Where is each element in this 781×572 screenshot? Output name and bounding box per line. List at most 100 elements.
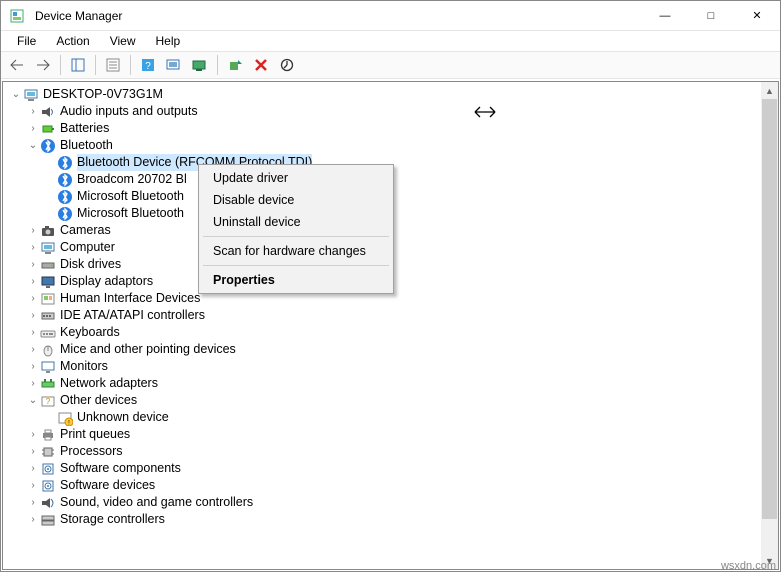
menu-view[interactable]: View <box>100 32 146 50</box>
device-label: Microsoft Bluetooth <box>77 188 184 205</box>
separator <box>203 236 389 237</box>
category-label: Computer <box>60 239 115 256</box>
tree-category[interactable]: › Monitors <box>9 358 772 375</box>
expand-icon[interactable]: › <box>26 222 40 239</box>
device-tree-pane: ⌄ DESKTOP-0V73G1M›Audio inputs and output… <box>2 81 779 570</box>
expand-icon[interactable]: › <box>26 460 40 477</box>
scroll-thumb[interactable] <box>762 99 777 519</box>
disable-device-button[interactable] <box>275 54 299 76</box>
expand-icon[interactable]: › <box>26 477 40 494</box>
category-icon <box>40 308 56 324</box>
expand-icon[interactable]: ⌄ <box>26 137 40 154</box>
tree-category[interactable]: › IDE ATA/ATAPI controllers <box>9 307 772 324</box>
expand-icon[interactable]: › <box>26 375 40 392</box>
category-icon <box>40 104 56 120</box>
device-icon <box>57 155 73 171</box>
category-label: Processors <box>60 443 123 460</box>
tree-category[interactable]: › Storage controllers <box>9 511 772 528</box>
back-button[interactable] <box>5 54 29 76</box>
tree-category[interactable]: ⌄Bluetooth <box>9 137 772 154</box>
device-label: Unknown device <box>77 409 169 426</box>
expand-icon[interactable]: › <box>26 307 40 324</box>
expand-icon[interactable]: › <box>26 256 40 273</box>
category-label: Keyboards <box>60 324 120 341</box>
close-button[interactable]: ✕ <box>734 1 780 30</box>
tree-category[interactable]: ›Mice and other pointing devices <box>9 341 772 358</box>
tree-device[interactable]: !Unknown device <box>9 409 772 426</box>
expand-icon[interactable]: › <box>26 290 40 307</box>
context-properties[interactable]: Properties <box>201 269 391 291</box>
titlebar: Device Manager — □ ✕ <box>1 1 780 31</box>
tree-category[interactable]: ›Software devices <box>9 477 772 494</box>
category-icon <box>40 376 56 392</box>
device-label: Broadcom 20702 Bl <box>77 171 187 188</box>
expand-icon[interactable]: › <box>26 239 40 256</box>
uninstall-device-button[interactable] <box>249 54 273 76</box>
category-icon <box>40 444 56 460</box>
minimize-button[interactable]: — <box>642 1 688 30</box>
category-icon <box>40 359 56 375</box>
expand-icon[interactable]: ⌄ <box>26 392 40 409</box>
update-driver-button[interactable] <box>188 54 212 76</box>
device-icon <box>57 172 73 188</box>
device-icon <box>57 206 73 222</box>
enable-device-button[interactable] <box>223 54 247 76</box>
show-hide-tree-button[interactable] <box>66 54 90 76</box>
expand-icon[interactable]: › <box>26 494 40 511</box>
separator <box>60 55 61 75</box>
help-button[interactable]: ? <box>136 54 160 76</box>
tree-category[interactable]: ›Sound, video and game controllers <box>9 494 772 511</box>
category-label: Software components <box>60 460 181 477</box>
expand-icon[interactable]: › <box>26 511 40 528</box>
category-icon <box>40 478 56 494</box>
tree-category[interactable]: › Keyboards <box>9 324 772 341</box>
tree-category[interactable]: ›Network adapters <box>9 375 772 392</box>
expand-icon[interactable]: › <box>26 426 40 443</box>
properties-button[interactable] <box>101 54 125 76</box>
context-uninstall-device[interactable]: Uninstall device <box>201 211 391 233</box>
expand-icon[interactable]: › <box>26 324 40 341</box>
expand-icon[interactable]: › <box>26 443 40 460</box>
category-icon: ? <box>40 393 56 409</box>
category-label: Monitors <box>60 358 108 375</box>
category-label: Storage controllers <box>60 511 165 528</box>
menu-help[interactable]: Help <box>146 32 191 50</box>
vertical-scrollbar[interactable]: ▲ ▼ <box>761 82 778 569</box>
scroll-up-button[interactable]: ▲ <box>761 82 778 99</box>
category-label: Display adaptors <box>60 273 153 290</box>
tree-category[interactable]: ›Audio inputs and outputs <box>9 103 772 120</box>
category-label: Cameras <box>60 222 111 239</box>
category-icon <box>40 257 56 273</box>
tree-category[interactable]: ⌄?Other devices <box>9 392 772 409</box>
svg-text:?: ? <box>46 397 51 406</box>
tree-category[interactable]: ›Print queues <box>9 426 772 443</box>
collapse-icon[interactable]: ⌄ <box>9 86 23 103</box>
menu-action[interactable]: Action <box>46 32 99 50</box>
expand-icon[interactable]: › <box>26 273 40 290</box>
expand-icon[interactable]: › <box>26 103 40 120</box>
forward-button[interactable] <box>31 54 55 76</box>
tree-root[interactable]: ⌄ DESKTOP-0V73G1M <box>9 86 772 103</box>
tree-category[interactable]: › Processors <box>9 443 772 460</box>
tree-root-label: DESKTOP-0V73G1M <box>43 86 163 103</box>
menu-file[interactable]: File <box>7 32 46 50</box>
tree-category[interactable]: ›Batteries <box>9 120 772 137</box>
separator <box>217 55 218 75</box>
context-disable-device[interactable]: Disable device <box>201 189 391 211</box>
expand-icon[interactable]: › <box>26 358 40 375</box>
maximize-button[interactable]: □ <box>688 1 734 30</box>
context-scan-hardware[interactable]: Scan for hardware changes <box>201 240 391 262</box>
category-label: IDE ATA/ATAPI controllers <box>60 307 205 324</box>
expand-icon[interactable]: › <box>26 341 40 358</box>
category-icon <box>40 138 56 154</box>
device-icon: ! <box>57 410 73 426</box>
context-update-driver[interactable]: Update driver <box>201 167 391 189</box>
context-menu: Update driver Disable device Uninstall d… <box>198 164 394 294</box>
menubar: File Action View Help <box>1 31 780 51</box>
category-icon <box>40 274 56 290</box>
expand-icon[interactable]: › <box>26 120 40 137</box>
tree-category[interactable]: › Software components <box>9 460 772 477</box>
scan-hardware-button[interactable] <box>162 54 186 76</box>
separator <box>95 55 96 75</box>
category-label: Human Interface Devices <box>60 290 200 307</box>
